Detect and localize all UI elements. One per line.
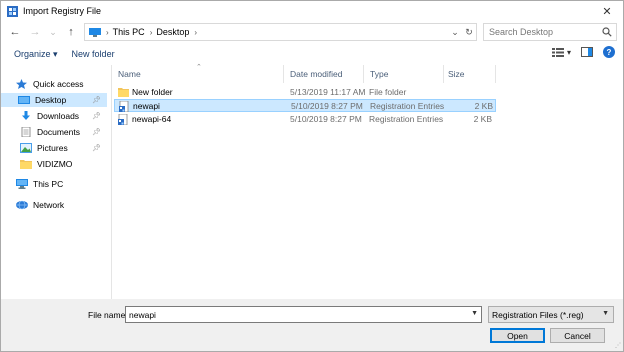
star-icon [16,79,28,89]
file-type: Registration Entries [369,114,444,124]
sidebar-item-this-pc[interactable]: This PC [1,177,107,191]
documents-icon [20,126,32,138]
sidebar-item-quick-access[interactable]: Quick access [1,77,107,91]
file-type-filter-select[interactable]: Registration Files (*.reg) ▼ [488,306,614,323]
column-header-date-modified[interactable]: Date modified [284,65,364,83]
forward-arrow-icon[interactable]: → [27,24,43,40]
search-input[interactable] [489,27,601,37]
sidebar-item-pictures[interactable]: Pictures 📌︎ [1,141,107,155]
file-name-dropdown-chevron-icon[interactable]: ▼ [471,310,478,317]
refresh-icon[interactable]: ↻ [462,27,476,38]
pictures-icon [20,143,32,153]
search-icon[interactable] [602,27,612,39]
sort-ascending-chevron-icon: ⌃ [196,64,202,71]
column-header-label: Name [118,69,141,79]
preview-pane-icon[interactable] [581,47,593,57]
file-row-new-folder[interactable]: New folder 5/13/2019 11:17 AM File folde… [114,86,496,99]
registry-file-icon [119,100,130,113]
search-box[interactable] [483,23,617,41]
title-bar: Import Registry File ✕ [1,1,623,21]
sidebar-item-desktop[interactable]: Desktop 📌︎ [1,93,107,107]
registry-file-icon [118,113,129,126]
file-type-filter-value: Registration Files (*.reg) [492,309,584,320]
cancel-button[interactable]: Cancel [550,328,605,343]
sidebar-item-vidizmo[interactable]: VIDIZMO [1,157,107,171]
column-header-label: Size [448,69,465,79]
column-header-label: Date modified [290,69,343,79]
pin-icon: 📌︎ [92,113,101,120]
file-name: New folder [132,87,173,97]
back-arrow-icon[interactable]: ← [7,24,23,40]
file-date: 5/13/2019 11:17 AM [290,87,366,97]
file-list: Name ⌃ Date modified Type Size New folde… [112,64,623,299]
pin-icon: 📌︎ [92,129,101,136]
details-view-icon [551,47,564,57]
file-name-input[interactable] [129,309,464,320]
sidebar-item-label: Pictures [37,143,68,153]
column-header-type[interactable]: Type [364,65,444,83]
file-date: 5/10/2019 8:27 PM [291,101,363,111]
download-icon [20,111,32,121]
network-icon [16,200,28,210]
file-date: 5/10/2019 8:27 PM [290,114,362,124]
breadcrumb-separator-icon: › [149,27,153,37]
navigation-bar: ← → ⌄ ↑ › This PC › Desktop › ⌄ ↻ [1,22,623,42]
sidebar-item-label: Network [33,200,65,210]
breadcrumb-this-pc[interactable]: This PC [113,27,145,37]
file-type: Registration Entries [370,101,445,111]
open-button[interactable]: Open [490,328,545,343]
file-row-newapi[interactable]: newapi 5/10/2019 8:27 PM Registration En… [114,99,496,113]
column-header-size[interactable]: Size [444,65,496,83]
folder-icon [118,87,129,97]
navigation-pane: Quick access Desktop 📌︎ Downloads 📌︎ Doc… [1,67,111,299]
breadcrumb-separator-icon: › [106,27,109,37]
view-dropdown-chevron-icon: ▾ [566,47,571,57]
sidebar-item-label: Desktop [35,95,67,105]
breadcrumb-desktop[interactable]: Desktop [156,27,189,37]
desktop-icon [18,95,30,105]
column-header-label: Type [370,69,389,79]
new-folder-button[interactable]: New folder [72,49,115,59]
sidebar-item-downloads[interactable]: Downloads 📌︎ [1,109,107,123]
dialog-footer: File name: ▼ Registration Files (*.reg) … [1,299,623,351]
sidebar-item-label: Documents [37,127,80,137]
resize-grip-icon[interactable]: ⋰ [615,342,621,349]
file-name-label: File name: [88,310,128,320]
sidebar-item-network[interactable]: Network [1,198,107,212]
registry-editor-icon [7,5,18,17]
organize-button[interactable]: Organize ▾ [14,49,58,60]
address-bar[interactable]: › This PC › Desktop › ⌄ ↻ [84,23,477,41]
address-dropdown-chevron-icon[interactable]: ⌄ [448,27,462,38]
pin-icon: 📌︎ [92,145,101,152]
breadcrumb-separator-icon: › [194,27,198,37]
sidebar-item-label: This PC [33,179,64,189]
file-name-combobox[interactable]: ▼ [125,306,482,323]
up-arrow-icon[interactable]: ↑ [63,24,79,40]
sidebar-item-label: Downloads [37,111,80,121]
file-size: 2 KB [473,114,492,124]
location-pc-icon [89,27,101,37]
filter-dropdown-chevron-icon: ▼ [602,310,609,317]
sidebar-item-label: Quick access [33,79,84,89]
file-name: newapi-64 [132,114,172,124]
column-header-name[interactable]: Name ⌃ [112,64,284,83]
file-row-newapi-64[interactable]: newapi-64 5/10/2019 8:27 PM Registration… [114,113,496,126]
command-toolbar: Organize ▾ New folder ▾ ? [1,44,623,64]
sidebar-item-documents[interactable]: Documents 📌︎ [1,125,107,139]
folder-icon [20,159,32,169]
computer-icon [16,179,28,189]
file-size: 2 KB [474,101,493,111]
window-title: Import Registry File [23,6,102,16]
view-options-button[interactable]: ▾ [551,47,571,57]
help-icon[interactable]: ? [603,46,615,58]
file-name: newapi [133,101,160,111]
sidebar-item-label: VIDIZMO [37,159,73,169]
pin-icon: 📌︎ [92,97,101,104]
file-type: File folder [369,87,407,97]
import-registry-dialog: Import Registry File ✕ ← → ⌄ ↑ › This PC… [0,0,624,352]
recent-locations-chevron-icon[interactable]: ⌄ [45,24,61,40]
close-icon[interactable]: ✕ [595,3,619,19]
